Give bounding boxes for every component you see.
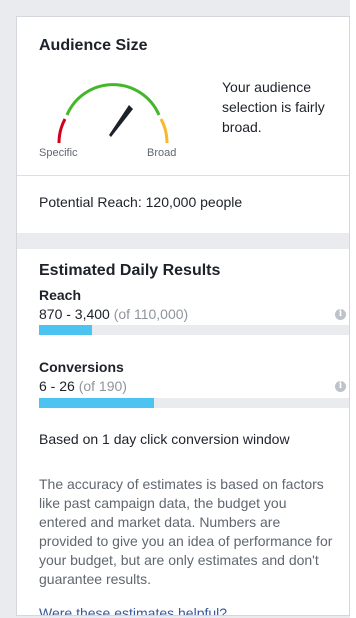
reach-range-line: 870 - 3,400 (of 110,000) bbox=[39, 306, 188, 322]
section-separator bbox=[17, 233, 349, 249]
reach-info-icon[interactable]: i bbox=[335, 309, 346, 320]
gauge-middle-segment bbox=[65, 83, 161, 116]
estimated-results-title: Estimated Daily Results bbox=[39, 262, 221, 279]
gauge-broad-segment bbox=[159, 118, 169, 144]
conversions-range-line: 6 - 26 (of 190) bbox=[39, 378, 127, 394]
gauge-broad-label: Broad bbox=[147, 147, 177, 159]
conversions-total: (of 190) bbox=[78, 378, 127, 394]
estimates-disclaimer: The accuracy of estimates is based on fa… bbox=[39, 476, 333, 587]
divider bbox=[17, 175, 349, 176]
reach-bar-track bbox=[39, 325, 349, 335]
gauge-specific-segment bbox=[57, 118, 67, 144]
conversions-bar-fill bbox=[39, 398, 155, 408]
audience-size-title: Audience Size bbox=[39, 37, 148, 54]
audience-estimate-panel: Audience Size Specific Broad Your audien… bbox=[16, 16, 350, 616]
conversion-window-note: Based on 1 day click conversion window bbox=[39, 431, 290, 447]
conversions-label: Conversions bbox=[39, 359, 124, 375]
page-edge bbox=[350, 0, 356, 618]
conversions-range: 6 - 26 bbox=[39, 378, 75, 394]
conversions-bar-track bbox=[39, 398, 349, 408]
gauge-needle bbox=[109, 105, 133, 137]
potential-reach: Potential Reach: 120,000 people bbox=[39, 194, 243, 210]
audience-gauge bbox=[57, 83, 169, 144]
gauge-specific-label: Specific bbox=[39, 147, 78, 159]
audience-description: Your audience selection is fairly broad. bbox=[222, 79, 325, 135]
reach-range: 870 - 3,400 bbox=[39, 306, 110, 322]
reach-total: (of 110,000) bbox=[113, 306, 189, 322]
conversions-info-icon[interactable]: i bbox=[335, 381, 346, 392]
reach-label: Reach bbox=[39, 287, 82, 303]
estimates-helpful-link[interactable]: Were these estimates helpful? bbox=[39, 605, 227, 615]
reach-bar-fill bbox=[39, 325, 93, 335]
